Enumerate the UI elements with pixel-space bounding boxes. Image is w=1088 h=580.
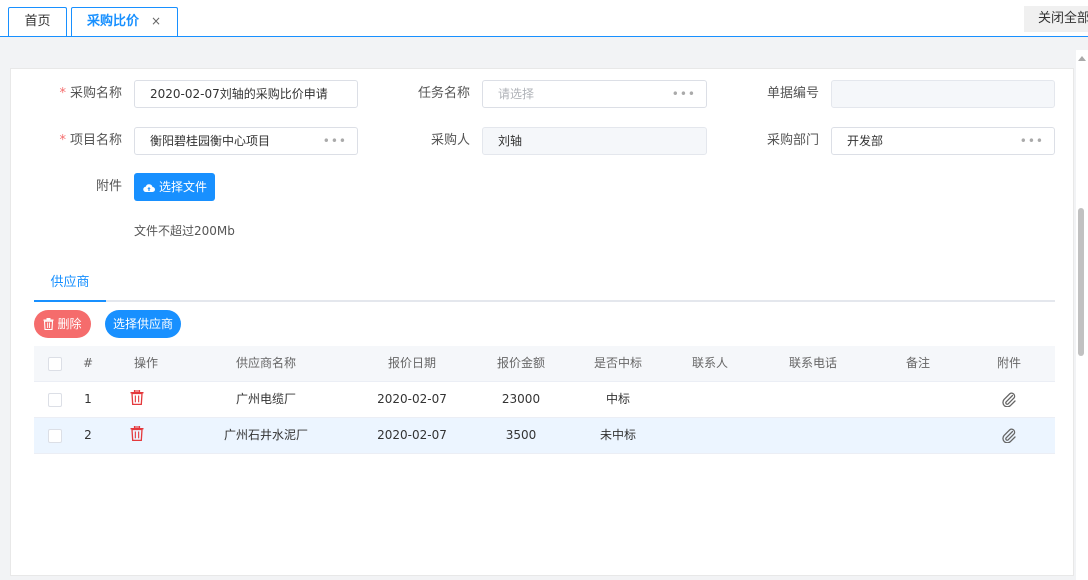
supplier-name: 广州电缆厂 xyxy=(235,392,296,406)
close-icon[interactable]: × xyxy=(151,8,161,35)
task-name-placeholder: 请选择 xyxy=(498,87,535,101)
quote-amount: 3500 xyxy=(505,428,537,442)
trash-icon xyxy=(43,318,54,331)
col-supplier: 供应商名称 xyxy=(235,356,296,370)
quote-date: 2020-02-07 xyxy=(377,428,447,442)
more-icon[interactable]: ••• xyxy=(1020,128,1044,154)
note xyxy=(874,418,962,454)
table-row[interactable]: 1 广州电缆厂 2020-02-07 23000 中标 xyxy=(34,382,1055,418)
phone xyxy=(764,382,862,418)
doc-no-label: 单据编号 xyxy=(766,86,819,101)
row-checkbox[interactable] xyxy=(48,393,62,407)
tab-purchase-compare-label: 采购比价 xyxy=(87,14,140,29)
content-gap xyxy=(0,37,1088,50)
col-quote-amount: 报价金额 xyxy=(496,356,545,370)
department-select[interactable]: 开发部 ••• xyxy=(831,127,1055,155)
purchase-name-value: 2020-02-07刘轴的采购比价申请 xyxy=(150,87,328,101)
col-quote-date: 报价日期 xyxy=(387,356,436,370)
paperclip-icon[interactable] xyxy=(1001,427,1017,443)
quote-date: 2020-02-07 xyxy=(377,392,447,406)
table-header: # 操作 供应商名称 报价日期 报价金额 是否中标 联系人 联系电话 备注 附件 xyxy=(34,346,1055,382)
attachment-label: 附件 xyxy=(95,179,122,194)
delete-label: 删除 xyxy=(57,317,82,331)
purchase-name-label-text: 采购名称 xyxy=(69,86,122,101)
row-checkbox[interactable] xyxy=(48,429,62,443)
row-index: 1 xyxy=(84,392,92,406)
tab-bar: 首页 采购比价 × 关闭全部 xyxy=(0,0,1088,37)
required-mark: * xyxy=(59,86,66,101)
note xyxy=(874,382,962,418)
table-row[interactable]: 2 广州石井水泥厂 2020-02-07 3500 未中标 xyxy=(34,418,1055,454)
doc-no-input xyxy=(831,80,1055,108)
more-icon[interactable]: ••• xyxy=(672,81,696,107)
task-name-select[interactable]: 请选择 ••• xyxy=(482,80,707,108)
purchase-name-input[interactable]: 2020-02-07刘轴的采购比价申请 xyxy=(134,80,358,108)
choose-file-label: 选择文件 xyxy=(159,180,208,194)
col-won: 是否中标 xyxy=(593,356,642,370)
col-index: # xyxy=(82,356,94,370)
won-status: 未中标 xyxy=(599,428,636,442)
sub-tabs: 供应商 xyxy=(34,268,1055,302)
project-name-select[interactable]: 衡阳碧桂园衡中心项目 ••• xyxy=(134,127,358,155)
buyer-value: 刘轴 xyxy=(498,134,523,148)
col-phone: 联系电话 xyxy=(788,356,837,370)
project-name-value: 衡阳碧桂园衡中心项目 xyxy=(150,134,271,148)
trash-icon[interactable] xyxy=(130,390,144,405)
contact xyxy=(666,418,754,454)
won-status: 中标 xyxy=(605,392,630,406)
buyer-input: 刘轴 xyxy=(482,127,707,155)
col-attachment: 附件 xyxy=(996,356,1021,370)
required-mark: * xyxy=(59,133,66,148)
more-icon[interactable]: ••• xyxy=(323,128,347,154)
col-contact: 联系人 xyxy=(691,356,728,370)
quote-amount: 23000 xyxy=(501,392,541,406)
supplier-name: 广州石井水泥厂 xyxy=(223,428,308,442)
department-value: 开发部 xyxy=(847,134,884,148)
department-label: 采购部门 xyxy=(766,133,819,148)
tab-supplier[interactable]: 供应商 xyxy=(34,268,106,302)
tab-home[interactable]: 首页 xyxy=(8,7,67,36)
trash-icon[interactable] xyxy=(130,426,144,441)
col-note: 备注 xyxy=(905,356,930,370)
paperclip-icon[interactable] xyxy=(1001,391,1017,407)
buyer-label: 采购人 xyxy=(430,133,470,148)
choose-file-button[interactable]: 选择文件 xyxy=(134,173,215,201)
col-action: 操作 xyxy=(133,356,158,370)
scrollbar-thumb[interactable] xyxy=(1078,208,1084,356)
select-supplier-button[interactable]: 选择供应商 xyxy=(105,310,181,338)
contact xyxy=(666,382,754,418)
task-name-label: 任务名称 xyxy=(417,86,470,101)
project-name-label: * 项目名称 xyxy=(40,127,122,155)
select-all-checkbox[interactable] xyxy=(48,357,62,371)
file-size-hint: 文件不超过200Mb xyxy=(134,224,235,238)
close-all-button[interactable]: 关闭全部 xyxy=(1024,6,1088,32)
cloud-upload-icon xyxy=(143,184,155,193)
project-name-label-text: 项目名称 xyxy=(69,133,122,148)
scroll-up-arrow-icon[interactable] xyxy=(1078,56,1086,61)
phone xyxy=(764,418,862,454)
row-index: 2 xyxy=(84,428,92,442)
delete-button[interactable]: 删除 xyxy=(34,310,91,338)
tab-purchase-compare[interactable]: 采购比价 × xyxy=(71,7,178,36)
purchase-name-label: * 采购名称 xyxy=(40,80,122,108)
